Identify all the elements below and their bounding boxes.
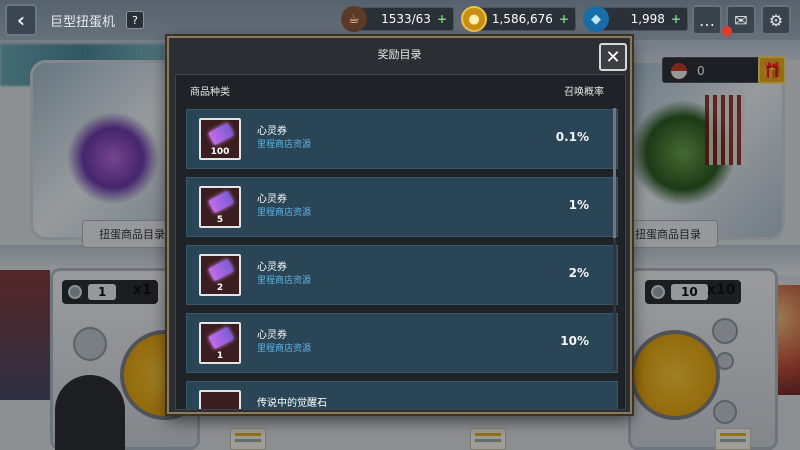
item-icon: 100 bbox=[199, 118, 241, 160]
dialog-title: 奖励目录 bbox=[377, 48, 422, 61]
item-name: 心灵券 bbox=[257, 330, 287, 341]
item-source: 里程商店资源 bbox=[257, 344, 312, 354]
ticket-icon bbox=[208, 326, 234, 350]
help-button[interactable]: ? bbox=[126, 11, 144, 29]
gold-coin-icon: ● bbox=[461, 6, 487, 32]
item-name: 传说中的觉醒石 bbox=[257, 398, 327, 409]
stamina-value: 1533/63 bbox=[381, 12, 431, 26]
item-quantity: 5 bbox=[216, 215, 224, 225]
item-source: 里程商店资源 bbox=[257, 140, 312, 150]
item-name: 心灵券 bbox=[257, 194, 287, 205]
item-icon: 2 bbox=[199, 254, 241, 296]
close-button[interactable]: ✕ bbox=[599, 43, 627, 71]
scrollbar-thumb[interactable] bbox=[613, 108, 616, 238]
close-icon: ✕ bbox=[605, 46, 621, 68]
item-rate: 2% bbox=[568, 266, 589, 280]
mail-icon: ✉ bbox=[734, 10, 748, 30]
ticket-icon bbox=[208, 258, 234, 282]
item-source: 里程商店资源 bbox=[257, 208, 312, 218]
item-quantity: 1 bbox=[216, 351, 224, 361]
gem-counter: ◆ 1,998 + bbox=[583, 6, 688, 32]
add-stamina-button[interactable]: + bbox=[437, 12, 447, 26]
item-name: 心灵券 bbox=[257, 262, 287, 273]
settings-button[interactable]: ⚙ bbox=[761, 5, 791, 35]
column-item-type: 商品种类 bbox=[190, 87, 230, 98]
list-header: 商品种类 召唤概率 bbox=[176, 75, 625, 103]
gold-counter: ● 1,586,676 + bbox=[461, 6, 576, 32]
reward-list: 100 心灵券 里程商店资源 0.1% 5 心灵券 里程商店资源 1% 2 心灵… bbox=[186, 109, 618, 409]
item-name: 心灵券 bbox=[257, 126, 287, 137]
notification-badge bbox=[722, 26, 732, 36]
list-item[interactable]: 5 心灵券 里程商店资源 1% bbox=[186, 177, 618, 237]
item-quantity: 100 bbox=[210, 147, 230, 157]
chat-bubble-icon: … bbox=[699, 10, 715, 30]
chat-button[interactable]: … bbox=[692, 5, 722, 35]
item-source: 里程商店资源 bbox=[257, 276, 312, 286]
gold-value: 1,586,676 bbox=[491, 12, 553, 26]
item-rate: 10% bbox=[560, 334, 589, 348]
reward-list-panel[interactable]: 商品种类 召唤概率 100 心灵券 里程商店资源 0.1% 5 心灵券 里程商店… bbox=[175, 74, 626, 410]
ticket-icon bbox=[208, 122, 234, 146]
stamina-counter: ☕ 1533/63 + bbox=[341, 6, 454, 32]
item-rate: 0.1% bbox=[555, 130, 589, 144]
gear-icon: ⚙ bbox=[768, 10, 784, 30]
coffee-cup-icon: ☕ bbox=[341, 6, 367, 32]
add-gold-button[interactable]: + bbox=[559, 12, 569, 26]
list-item[interactable]: 1 心灵券 里程商店资源 10% bbox=[186, 313, 618, 373]
list-item[interactable]: 传说中的觉醒石 bbox=[186, 381, 618, 409]
item-icon bbox=[199, 390, 241, 409]
gem-value: 1,998 bbox=[630, 12, 665, 26]
page-title: 巨型扭蛋机 bbox=[50, 15, 116, 30]
back-button[interactable]: ‹ bbox=[5, 4, 37, 36]
item-icon: 1 bbox=[199, 322, 241, 364]
list-item[interactable]: 100 心灵券 里程商店资源 0.1% bbox=[186, 109, 618, 169]
item-rate: 1% bbox=[568, 198, 589, 212]
add-gem-button[interactable]: + bbox=[671, 12, 681, 26]
reward-catalog-dialog: 奖励目录 ✕ 商品种类 召唤概率 100 心灵券 里程商店资源 0.1% 5 心… bbox=[167, 36, 632, 414]
item-quantity: 2 bbox=[216, 283, 224, 293]
ticket-icon bbox=[208, 190, 234, 214]
diamond-icon: ◆ bbox=[583, 6, 609, 32]
list-item[interactable]: 2 心灵券 里程商店资源 2% bbox=[186, 245, 618, 305]
item-icon: 5 bbox=[199, 186, 241, 228]
back-arrow-icon: ‹ bbox=[16, 8, 26, 32]
column-rate: 召唤概率 bbox=[564, 87, 604, 98]
